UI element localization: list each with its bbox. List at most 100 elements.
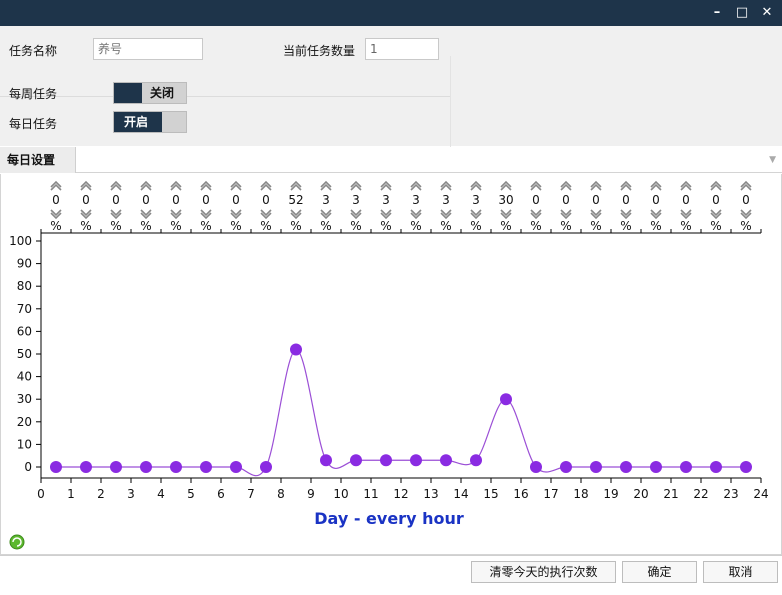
- form-divider: [0, 96, 450, 97]
- increase-icon[interactable]: [290, 180, 302, 191]
- cancel-button[interactable]: 取消: [703, 561, 778, 583]
- hour-percent-value: 0: [232, 193, 240, 207]
- increase-icon[interactable]: [140, 180, 152, 191]
- increase-icon[interactable]: [680, 180, 692, 191]
- decrease-icon[interactable]: [530, 209, 542, 220]
- decrease-icon[interactable]: [410, 209, 422, 220]
- data-point: [710, 461, 722, 473]
- x-tick-label: 14: [453, 487, 468, 501]
- x-tick-label: 13: [423, 487, 438, 501]
- decrease-icon[interactable]: [50, 209, 62, 220]
- task-name-input[interactable]: [93, 38, 203, 60]
- weekly-task-toggle[interactable]: 关闭: [113, 82, 187, 104]
- ok-button[interactable]: 确定: [622, 561, 697, 583]
- data-point: [50, 461, 62, 473]
- decrease-icon[interactable]: [290, 209, 302, 220]
- increase-icon[interactable]: [560, 180, 572, 191]
- percent-unit: %: [140, 219, 151, 233]
- refresh-icon[interactable]: [9, 534, 25, 550]
- decrease-icon[interactable]: [110, 209, 122, 220]
- y-tick-label: 70: [17, 302, 32, 316]
- increase-icon[interactable]: [710, 180, 722, 191]
- task-count-input[interactable]: [365, 38, 439, 60]
- decrease-icon[interactable]: [170, 209, 182, 220]
- hourly-chart: 01020304050607080901000 1 2 3 4 5 6 7 8 9 10 11 12 13…: [9, 180, 769, 550]
- increase-icon[interactable]: [50, 180, 62, 191]
- x-tick-label: 17: [543, 487, 558, 501]
- reset-today-count-button[interactable]: 清零今天的执行次数: [471, 561, 616, 583]
- maximize-icon[interactable]: □: [733, 4, 751, 22]
- x-axis-label: Day - every hour: [314, 509, 464, 528]
- decrease-icon[interactable]: [200, 209, 212, 220]
- daily-task-label: 每日任务: [9, 117, 58, 131]
- decrease-icon[interactable]: [350, 209, 362, 220]
- decrease-icon[interactable]: [80, 209, 92, 220]
- increase-icon[interactable]: [320, 180, 332, 191]
- decrease-icon[interactable]: [380, 209, 392, 220]
- decrease-icon[interactable]: [680, 209, 692, 220]
- increase-icon[interactable]: [380, 180, 392, 191]
- hour-percent-value: 30: [498, 193, 513, 207]
- increase-icon[interactable]: [440, 180, 452, 191]
- toggle-knob: [114, 83, 142, 103]
- increase-icon[interactable]: [470, 180, 482, 191]
- percent-unit: %: [470, 219, 481, 233]
- x-tick-label: 11: [363, 487, 378, 501]
- title-bar: – □ ✕: [0, 0, 782, 26]
- decrease-icon[interactable]: [710, 209, 722, 220]
- decrease-icon[interactable]: [140, 209, 152, 220]
- decrease-icon[interactable]: [560, 209, 572, 220]
- x-tick-label: 1: [67, 487, 75, 501]
- decrease-icon[interactable]: [590, 209, 602, 220]
- y-tick-label: 90: [17, 257, 32, 271]
- increase-icon[interactable]: [650, 180, 662, 191]
- close-icon[interactable]: ✕: [758, 4, 776, 22]
- data-point: [380, 454, 392, 467]
- decrease-icon[interactable]: [620, 209, 632, 220]
- hour-percent-value: 0: [112, 193, 120, 207]
- daily-task-toggle[interactable]: 开启: [113, 111, 187, 133]
- hour-percent-value: 0: [592, 193, 600, 207]
- x-tick-label: 3: [127, 487, 135, 501]
- increase-icon[interactable]: [350, 180, 362, 191]
- increase-icon[interactable]: [620, 180, 632, 191]
- task-count-label: 当前任务数量: [283, 44, 356, 58]
- data-point: [470, 454, 482, 467]
- y-tick-label: 50: [17, 347, 32, 361]
- hour-percent-value: 0: [142, 193, 150, 207]
- increase-icon[interactable]: [200, 180, 212, 191]
- decrease-icon[interactable]: [470, 209, 482, 220]
- data-point: [320, 454, 332, 467]
- x-tick-label: 10: [333, 487, 348, 501]
- increase-icon[interactable]: [500, 180, 512, 191]
- data-point: [110, 461, 122, 473]
- decrease-icon[interactable]: [740, 209, 752, 220]
- decrease-icon[interactable]: [500, 209, 512, 220]
- data-point: [620, 461, 632, 473]
- y-tick-label: 40: [17, 370, 32, 384]
- hour-percent-value: 3: [382, 193, 390, 207]
- tab-daily-settings[interactable]: 每日设置: [0, 147, 76, 173]
- decrease-icon[interactable]: [230, 209, 242, 220]
- hour-percent-value: 0: [622, 193, 630, 207]
- increase-icon[interactable]: [410, 180, 422, 191]
- increase-icon[interactable]: [260, 180, 272, 191]
- decrease-icon[interactable]: [650, 209, 662, 220]
- decrease-icon[interactable]: [440, 209, 452, 220]
- increase-icon[interactable]: [230, 180, 242, 191]
- weekly-task-label: 每周任务: [9, 87, 58, 101]
- percent-unit: %: [710, 219, 721, 233]
- decrease-icon[interactable]: [260, 209, 272, 220]
- increase-icon[interactable]: [590, 180, 602, 191]
- percent-unit: %: [170, 219, 181, 233]
- tab-dropdown-icon[interactable]: ▼: [769, 155, 776, 165]
- percent-unit: %: [530, 219, 541, 233]
- increase-icon[interactable]: [740, 180, 752, 191]
- increase-icon[interactable]: [110, 180, 122, 191]
- decrease-icon[interactable]: [320, 209, 332, 220]
- percent-unit: %: [320, 219, 331, 233]
- increase-icon[interactable]: [80, 180, 92, 191]
- increase-icon[interactable]: [530, 180, 542, 191]
- increase-icon[interactable]: [170, 180, 182, 191]
- minimize-icon[interactable]: –: [708, 4, 726, 22]
